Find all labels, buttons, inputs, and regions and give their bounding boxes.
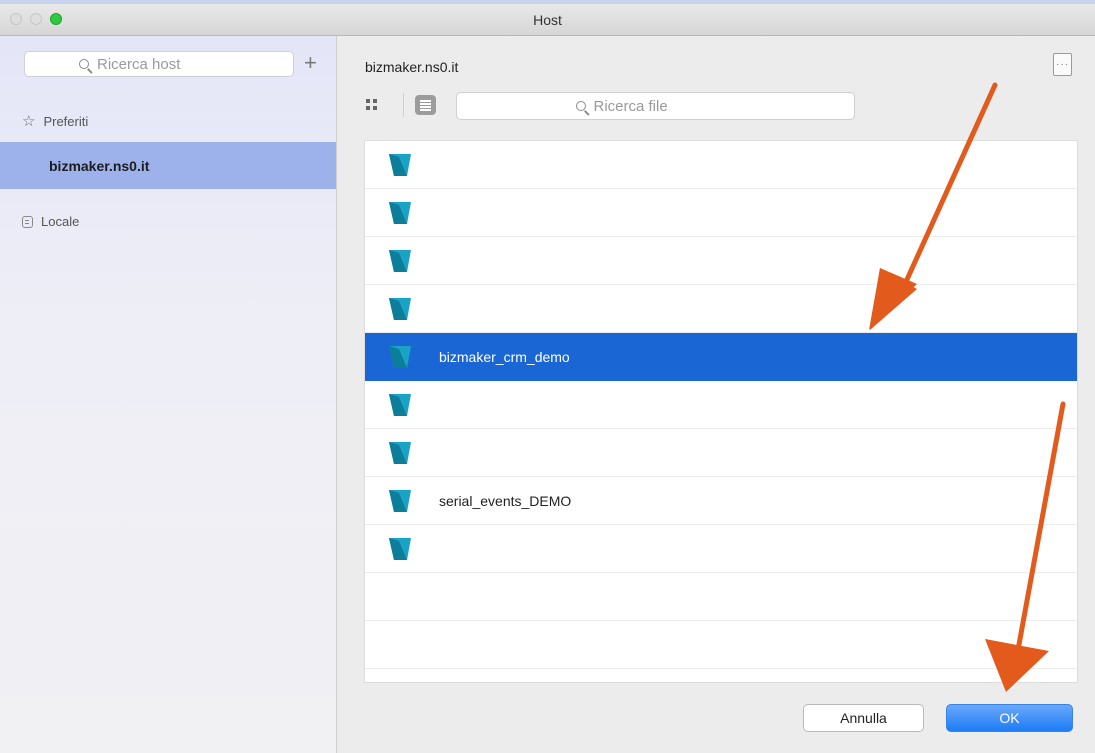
- sidebar-item-label: bizmaker.ns0.it: [49, 157, 150, 174]
- file-row[interactable]: serial_events_DEMO: [365, 477, 1077, 525]
- locale-icon: [22, 215, 33, 228]
- search-icon: [575, 101, 586, 111]
- filemaker-file-icon: [389, 442, 411, 464]
- sidebar-section-local[interactable]: Locale: [22, 214, 79, 229]
- file-row[interactable]: [365, 381, 1077, 429]
- empty-row: [365, 573, 1077, 621]
- sidebar-section-label: Locale: [41, 214, 80, 229]
- file-search-wrap: [457, 93, 854, 119]
- add-host-icon[interactable]: +: [304, 50, 317, 76]
- filemaker-file-icon: [389, 346, 411, 368]
- filemaker-file-icon: [389, 490, 411, 512]
- ok-button[interactable]: OK: [946, 704, 1073, 732]
- grid-view-icon[interactable]: [366, 99, 378, 111]
- filemaker-file-icon: [389, 394, 411, 416]
- sidebar: + ☆ Preferiti bizmaker.ns0.it Locale: [0, 36, 337, 753]
- file-row[interactable]: [365, 429, 1077, 477]
- search-icon: [79, 59, 89, 69]
- file-row[interactable]: [365, 525, 1077, 573]
- file-name: serial_events_DEMO: [439, 493, 572, 509]
- title-bar: Host: [0, 0, 1095, 36]
- more-icon[interactable]: ···: [1053, 53, 1072, 76]
- filemaker-file-icon: [389, 154, 411, 176]
- window-title: Host: [533, 12, 562, 28]
- sidebar-section-favorites[interactable]: ☆ Preferiti: [22, 112, 88, 130]
- file-search-input[interactable]: [591, 96, 736, 116]
- empty-row: [365, 621, 1077, 669]
- file-search-field[interactable]: [456, 92, 855, 120]
- file-list[interactable]: bizmaker_crm_demo serial_events_DEMO: [364, 140, 1078, 683]
- host-search-wrap: [25, 52, 293, 76]
- file-name: bizmaker_crm_demo: [439, 349, 570, 365]
- file-row[interactable]: [365, 237, 1077, 285]
- file-row-selected[interactable]: bizmaker_crm_demo: [365, 333, 1077, 381]
- current-host-label: bizmaker.ns0.it: [365, 59, 459, 75]
- filemaker-file-icon: [389, 298, 411, 320]
- title-bar-accent: [0, 0, 1095, 4]
- filemaker-file-icon: [389, 202, 411, 224]
- cancel-button[interactable]: Annulla: [803, 704, 924, 732]
- list-view-icon[interactable]: [415, 95, 436, 115]
- file-row[interactable]: [365, 285, 1077, 333]
- filemaker-file-icon: [389, 250, 411, 272]
- sidebar-section-label: Preferiti: [43, 113, 89, 129]
- file-row[interactable]: [365, 189, 1077, 237]
- filemaker-file-icon: [389, 538, 411, 560]
- host-search-field[interactable]: [24, 51, 294, 77]
- toolbar-separator: [403, 93, 404, 117]
- star-icon: ☆: [22, 113, 36, 130]
- file-row[interactable]: [365, 141, 1077, 189]
- sidebar-item-selected-host[interactable]: bizmaker.ns0.it: [0, 142, 336, 189]
- host-search-input[interactable]: [95, 54, 239, 74]
